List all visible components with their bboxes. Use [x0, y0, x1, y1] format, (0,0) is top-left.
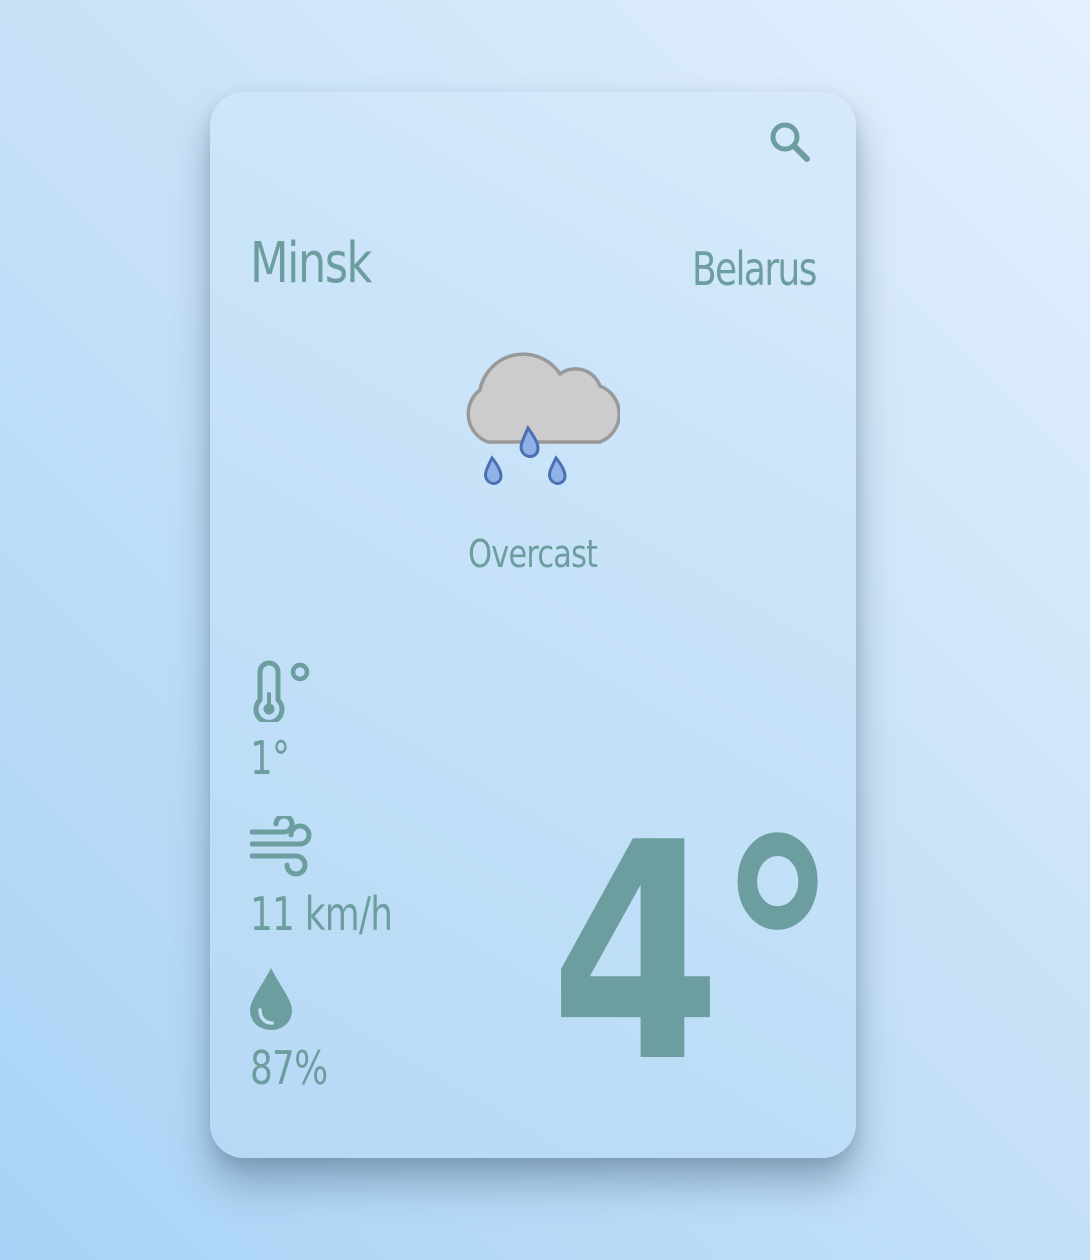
thermometer-degree-icon	[253, 660, 310, 722]
weather-card: Minsk Belarus Overcast 1° 11 km/h 87% 4°	[210, 92, 856, 1158]
wind-speed-value: 11 km/h	[250, 887, 393, 941]
search-button[interactable]	[764, 116, 814, 166]
weather-condition-label: Overcast	[468, 532, 598, 576]
cloud-rain-icon	[466, 352, 620, 485]
feels-like-value: 1°	[250, 731, 290, 785]
search-icon[interactable]	[764, 116, 814, 166]
country-name: Belarus	[692, 242, 817, 296]
current-temperature: 4°	[550, 779, 839, 1128]
wind-icon	[250, 816, 312, 877]
humidity-value: 87%	[250, 1041, 328, 1095]
droplet-icon	[250, 968, 292, 1030]
weather-condition: Overcast	[210, 524, 856, 584]
city-name: Minsk	[250, 231, 372, 296]
